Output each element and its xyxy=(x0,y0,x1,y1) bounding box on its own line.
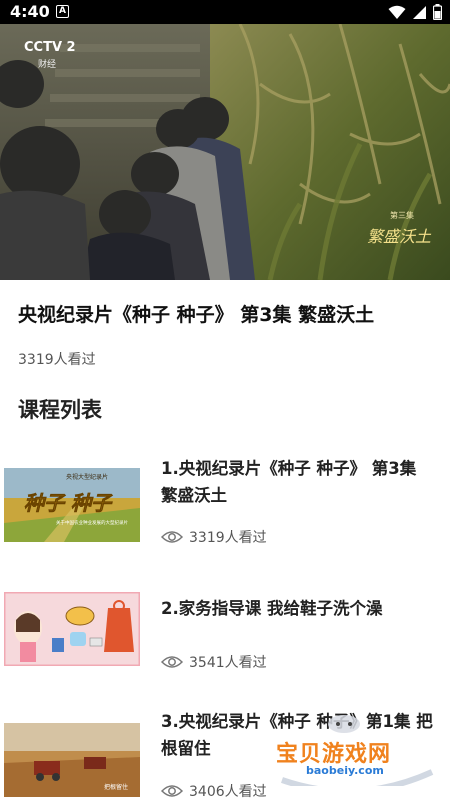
thumb-sub-text: 关于中国农业种业发展的大型纪录片 xyxy=(56,519,128,526)
channel-logo: CCTV 2 xyxy=(24,40,76,55)
course-thumbnail: 把根留住 xyxy=(4,723,140,797)
eye-icon xyxy=(161,531,183,543)
course-title: 2.家务指导课 我给鞋子洗个澡 xyxy=(161,599,383,618)
video-player[interactable]: 第三集 繁盛沃土 CCTV 2 财经 xyxy=(0,24,450,280)
video-caption-small: 第三集 xyxy=(390,210,414,220)
signal-icon xyxy=(413,5,426,19)
status-icons xyxy=(388,4,442,20)
page-title: 央视纪录片《种子 种子》 第3集 繁盛沃土 xyxy=(18,304,375,326)
sim-icon: A xyxy=(56,5,69,18)
course-thumbnail xyxy=(4,592,140,666)
status-time: 4:40 xyxy=(10,2,50,21)
view-count: 3319人看过 xyxy=(18,352,96,368)
channel-sub: 财经 xyxy=(38,60,57,70)
eye-icon xyxy=(161,785,183,797)
course-view-count: 3541人看过 xyxy=(189,655,267,671)
status-bar: 4:40 A xyxy=(0,0,450,24)
course-thumbnail: 央视大型纪录片 种子 种子 关于中国农业种业发展的大型纪录片 xyxy=(4,468,140,542)
course-list-heading: 课程列表 xyxy=(18,398,102,422)
course-item[interactable]: 2.家务指导课 我给鞋子洗个澡 3541人看过 xyxy=(0,590,450,700)
thumb-big-text: 种子 种子 xyxy=(24,491,113,515)
course-view-count: 3406人看过 xyxy=(189,784,267,800)
thumb-top-text: 央视大型纪录片 xyxy=(66,473,108,481)
course-item[interactable]: 央视大型纪录片 种子 种子 关于中国农业种业发展的大型纪录片 1.央视纪录片《种… xyxy=(0,455,450,565)
thumb-caption: 把根留住 xyxy=(104,783,128,791)
eye-icon xyxy=(161,656,183,668)
battery-icon xyxy=(433,4,442,20)
wifi-icon xyxy=(388,5,406,19)
course-view-count: 3319人看过 xyxy=(189,530,267,546)
course-title: 1.央视纪录片《种子 种子》 第3集 繁盛沃土 xyxy=(161,459,417,505)
video-caption: 繁盛沃土 xyxy=(367,227,432,246)
watermark-url: baobeiy.com xyxy=(306,764,384,777)
